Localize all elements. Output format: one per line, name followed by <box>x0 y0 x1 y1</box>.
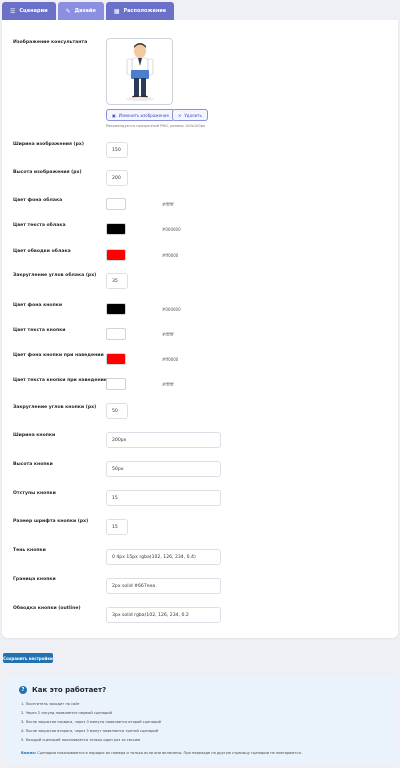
button-width-input[interactable]: 200px <box>106 432 221 448</box>
settings-panel: Изображение консультанта ▣ Изменить изоб… <box>2 20 398 638</box>
button-bg-value[interactable]: #000000 <box>162 307 181 312</box>
how-it-works-title: ? Как это работает? <box>19 686 106 694</box>
bubble-text-color-picker[interactable] <box>106 223 126 235</box>
image-icon: ▣ <box>112 112 116 118</box>
change-image-button[interactable]: ▣ Изменить изображение <box>106 109 175 121</box>
button-text-label: Цвет текста кнопки <box>13 328 66 333</box>
tab-label: Сценарии <box>19 8 48 14</box>
tab-scenarios[interactable]: ☰ Сценарии <box>2 2 56 20</box>
bubble-radius-input[interactable]: 35 <box>106 273 128 289</box>
image-width-input[interactable]: 150 <box>106 142 128 158</box>
image-height-label: Высота изображения (px) <box>13 170 82 175</box>
button-shadow-input[interactable]: 0 4px 15px rgba(102, 126, 234, 0.4) <box>106 549 221 565</box>
button-hover-bg-color-picker[interactable] <box>106 353 126 365</box>
button-font-size-label: Размер шрифта кнопки (px) <box>13 519 89 524</box>
note-label: Важно: <box>21 751 37 755</box>
button-radius-input[interactable]: 50 <box>106 403 128 419</box>
step-item: 5. Каждый сценарий показывается только о… <box>21 738 141 742</box>
button-outline-label: Обводка кнопки (outline) <box>13 606 81 611</box>
bubble-bg-value[interactable]: #ffffff <box>162 202 174 207</box>
question-icon: ? <box>19 686 27 694</box>
note-text: Сценарии показываются в порядке их номер… <box>37 751 302 755</box>
change-image-label: Изменить изображение <box>118 112 169 118</box>
image-width-label: Ширина изображения (px) <box>13 142 84 147</box>
save-settings-button[interactable]: Сохранить настройки <box>3 653 53 663</box>
delete-image-label: Удалить <box>184 112 202 118</box>
button-radius-label: Закругление углов кнопки (px) <box>13 405 97 410</box>
button-outline-input[interactable]: 3px solid rgba(102, 126, 234, 0.2 <box>106 607 221 623</box>
image-hint: Рекомендуется прозрачный PNG, размер 100… <box>106 124 206 128</box>
button-hover-text-color-picker[interactable] <box>106 378 126 390</box>
button-width-label: Ширина кнопки <box>13 433 56 438</box>
bubble-text-value[interactable]: #000000 <box>162 227 181 232</box>
consultant-avatar-illustration <box>126 43 154 101</box>
step-item: 1. Посетитель заходит на сайт <box>21 702 80 706</box>
tab-label: Дизайн <box>74 8 96 14</box>
button-hover-bg-value[interactable]: #ff0000 <box>162 357 178 362</box>
button-padding-input[interactable]: 15 <box>106 490 221 506</box>
button-border-label: Граница кнопки <box>13 577 56 582</box>
button-border-input[interactable]: 2px solid #667eea <box>106 578 221 594</box>
bubble-bg-color-picker[interactable] <box>106 198 126 210</box>
button-padding-label: Отступы кнопки <box>13 491 56 496</box>
how-it-works-box: ? Как это работает? 1. Посетитель заходи… <box>3 676 397 764</box>
bubble-text-label: Цвет текста облака <box>13 223 66 228</box>
button-hover-text-value[interactable]: #ffffff <box>162 382 174 387</box>
button-text-value[interactable]: #ffffff <box>162 332 174 337</box>
step-item: 3. После закрытия сервиса, через 3 минут… <box>21 720 161 724</box>
delete-image-button[interactable]: ✕ Удалить <box>172 109 208 121</box>
button-bg-color-picker[interactable] <box>106 303 126 315</box>
layout-icon: ▦ <box>113 7 120 15</box>
brush-icon: ✎ <box>65 7 71 15</box>
tab-design[interactable]: ✎ Дизайн <box>57 2 104 20</box>
tab-bar: ☰ Сценарии ✎ Дизайн ▦ Расположение <box>2 2 398 20</box>
trash-icon: ✕ <box>178 112 182 118</box>
important-note: Важно: Сценарии показываются в порядке и… <box>21 751 302 755</box>
button-text-color-picker[interactable] <box>106 328 126 340</box>
bubble-radius-label: Закругление углов облака (px) <box>13 273 97 278</box>
image-height-input[interactable]: 200 <box>106 170 128 186</box>
bubble-bg-label: Цвет фона облака <box>13 198 63 203</box>
step-item: 4. После закрытия второго, через 3 минут… <box>21 729 159 733</box>
step-item: 2. Через 2 секунд появляется первый сцен… <box>21 711 112 715</box>
tab-layout[interactable]: ▦ Расположение <box>105 2 175 20</box>
button-bg-label: Цвет фона кнопки <box>13 303 63 308</box>
image-label: Изображение консультанта <box>13 40 88 45</box>
bubble-border-value[interactable]: #ff0000 <box>162 253 178 258</box>
button-height-label: Высота кнопки <box>13 462 53 467</box>
button-font-size-input[interactable]: 15 <box>106 519 128 535</box>
bubble-border-label: Цвет обводки облака <box>13 249 71 254</box>
button-hover-text-label: Цвет текста кнопки при наведении <box>13 378 108 383</box>
button-height-input[interactable]: 50px <box>106 461 221 477</box>
button-hover-bg-label: Цвет фона кнопки при наведении <box>13 353 104 358</box>
bubble-border-color-picker[interactable] <box>106 249 126 261</box>
tab-label: Расположение <box>123 8 167 14</box>
how-it-works-heading: Как это работает? <box>32 686 107 694</box>
consultant-image <box>106 38 173 105</box>
list-icon: ☰ <box>10 7 16 15</box>
button-shadow-label: Тень кнопки <box>13 548 46 553</box>
